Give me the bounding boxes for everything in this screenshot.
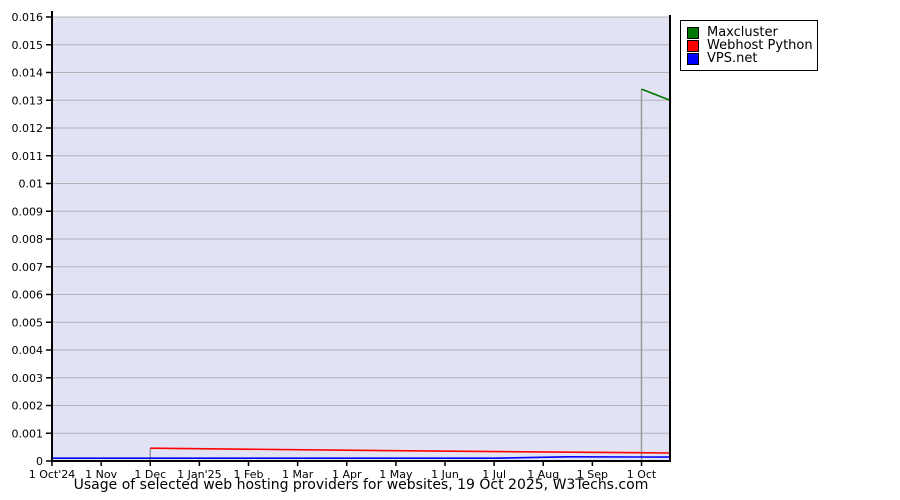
legend-swatch-icon [687,39,699,52]
y-tick-label: 0.005 [12,316,44,329]
y-tick-label: 0.002 [12,400,44,413]
y-tick-label: 0 [36,455,43,468]
legend-swatch-icon [687,52,699,65]
y-tick-label: 0.003 [12,372,44,385]
legend: Maxcluster Webhost Python VPS.net [680,20,818,71]
y-tick-label: 0.01 [19,178,44,191]
y-tick-label: 0.012 [12,122,44,135]
y-tick-label: 0.015 [12,39,44,52]
legend-swatch-icon [687,26,699,39]
y-tick-label: 0.008 [12,233,44,246]
y-tick-label: 0.007 [12,261,44,274]
y-tick-label: 0.009 [12,205,44,218]
y-tick-label: 0.001 [12,427,44,440]
legend-item-vps-net: VPS.net [687,52,813,65]
legend-label: VPS.net [707,51,758,66]
y-tick-label: 0.011 [12,150,44,163]
usage-chart-container: 0 0.001 0.002 0.003 0.004 0.005 0.006 0.007 0.00… [0,0,900,500]
y-tick-label: 0.004 [12,344,44,357]
y-tick-label: 0.013 [12,94,44,107]
y-tick-label: 0.014 [12,67,44,80]
y-tick-label: 0.006 [12,289,44,302]
chart-caption: Usage of selected web hosting providers … [73,477,649,493]
y-tick-label: 0.016 [12,11,44,24]
usage-chart: 0 0.001 0.002 0.003 0.004 0.005 0.006 0.007 0.00… [12,11,671,481]
